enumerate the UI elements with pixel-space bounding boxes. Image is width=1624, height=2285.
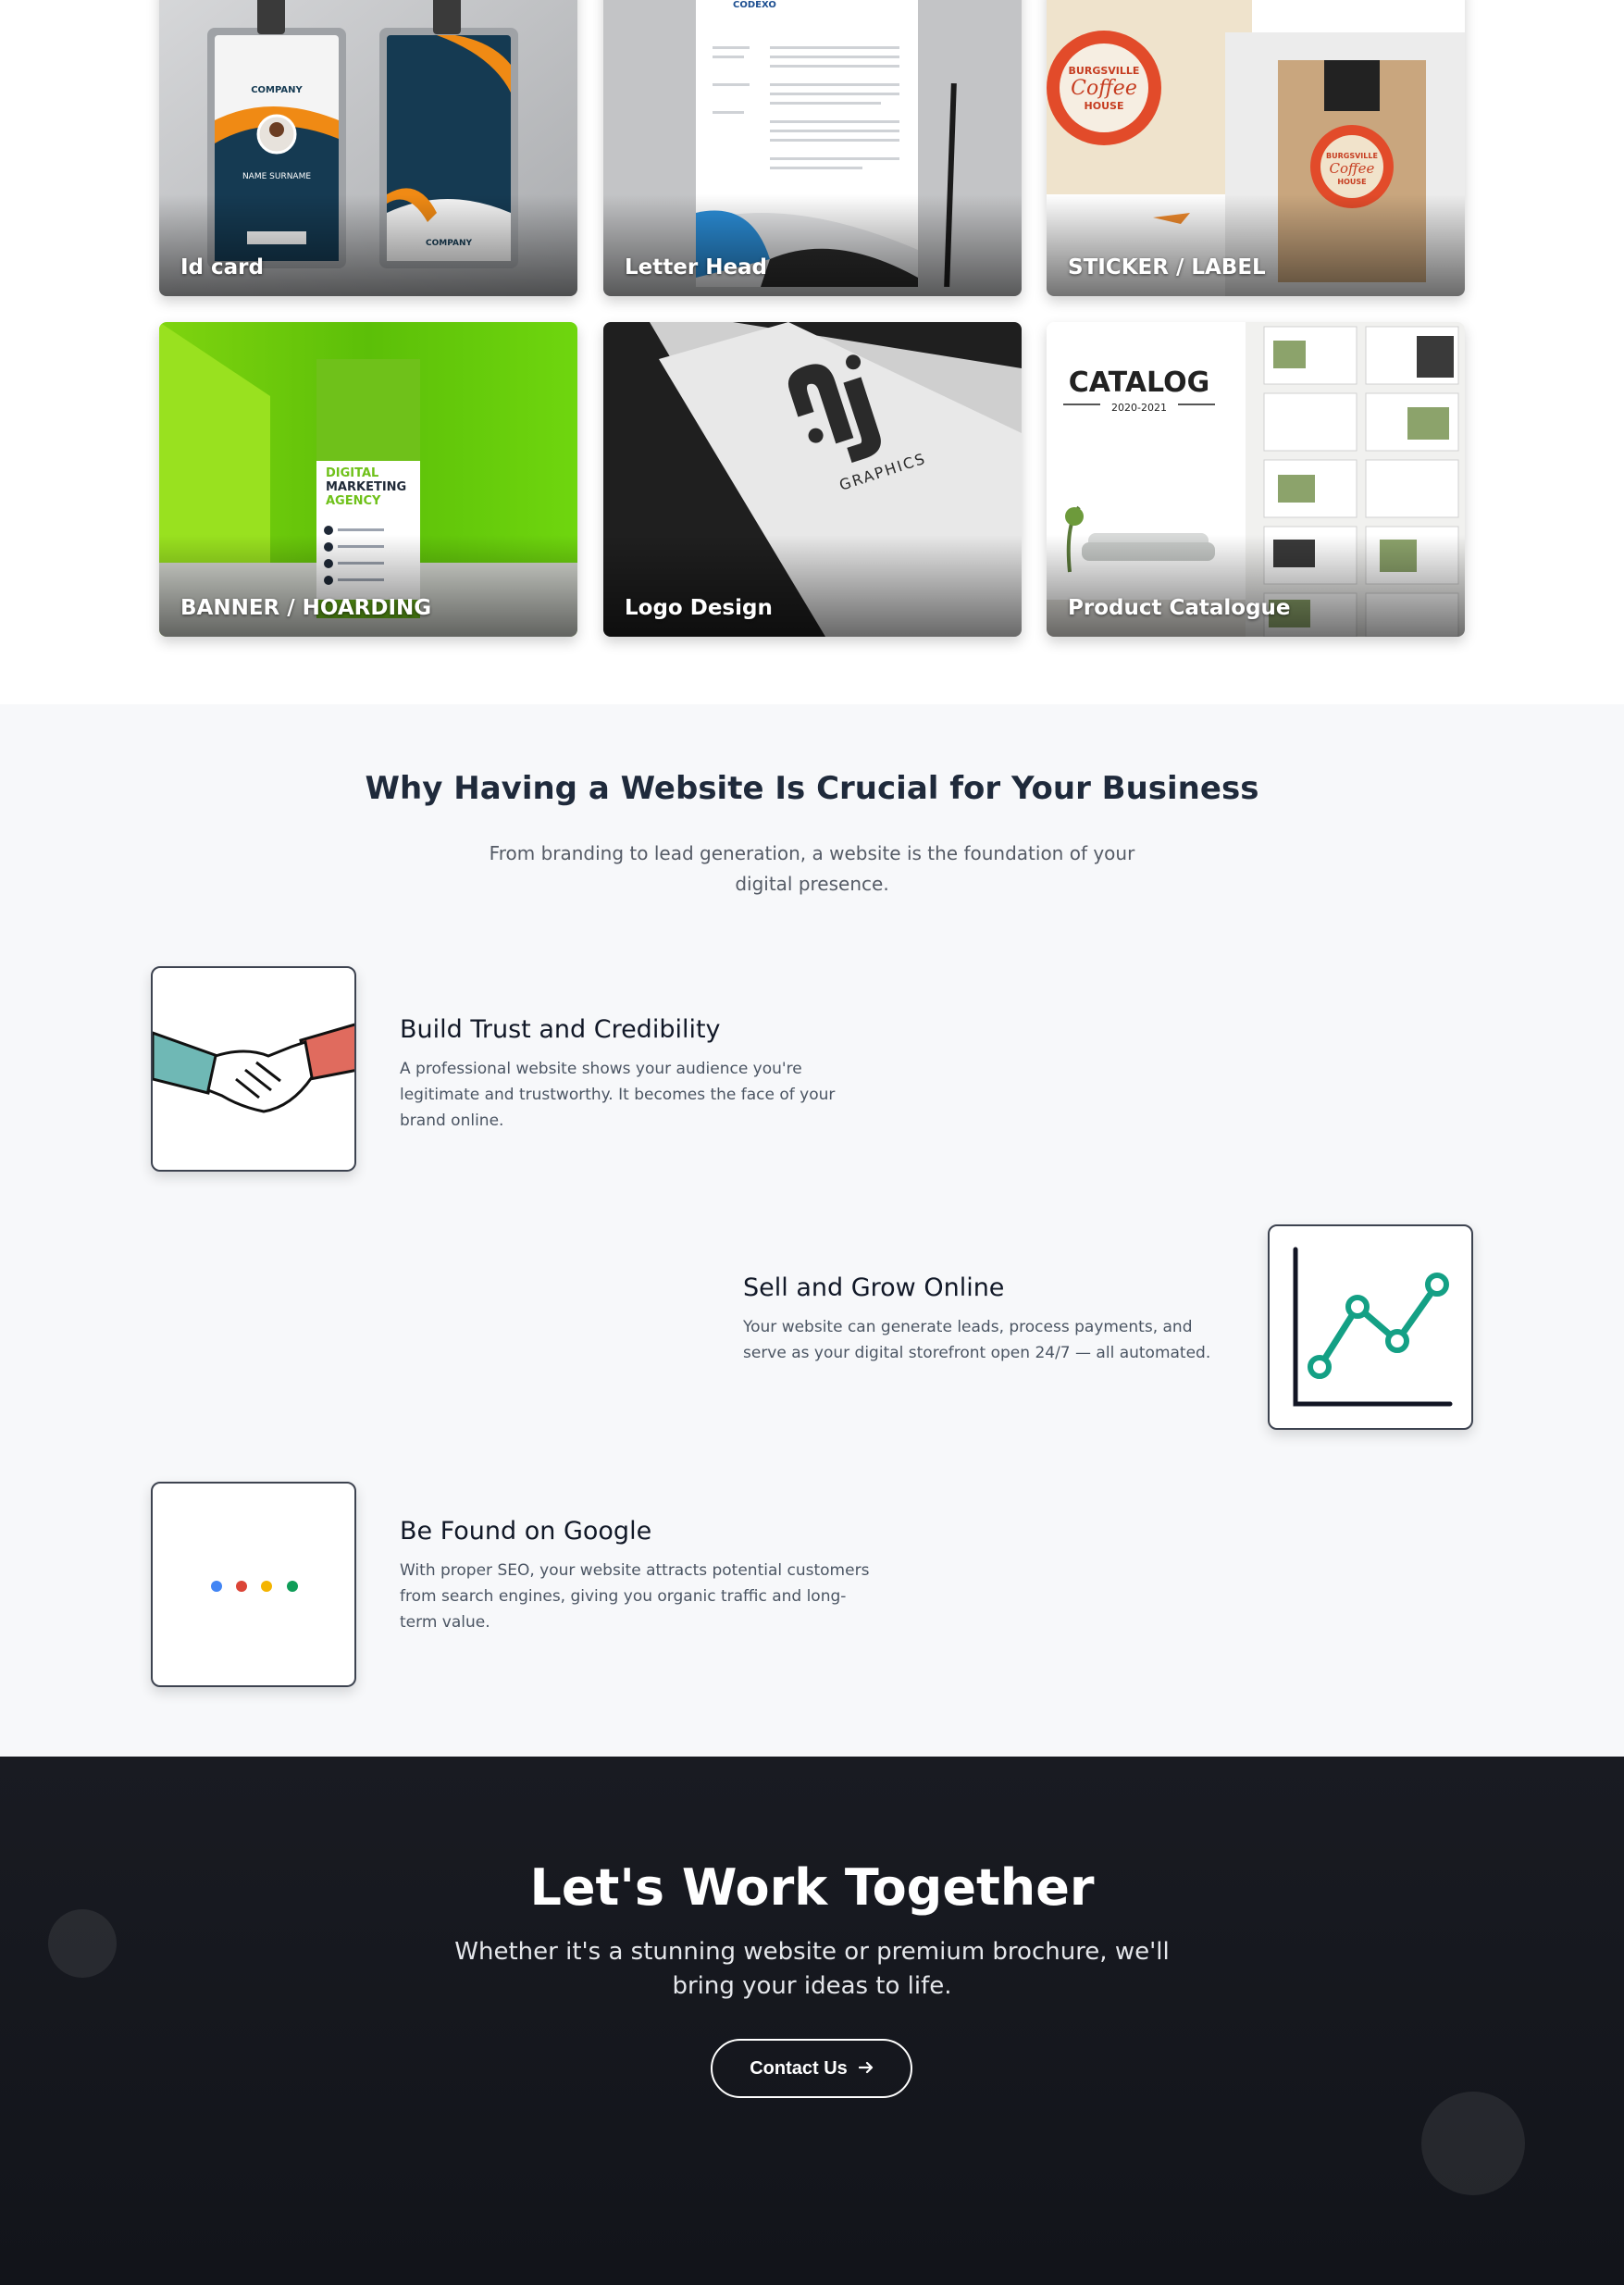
svg-text:Coffee: Coffee [1071, 77, 1137, 100]
tile-shade [159, 535, 577, 637]
portfolio-tile-logo-design[interactable]: GRAPHICS Logo Design [603, 322, 1022, 637]
tile-label: Id card [180, 255, 264, 279]
arrow-right-icon [858, 2058, 874, 2080]
feature-title: Be Found on Google [400, 1517, 652, 1546]
tile-label: STICKER / LABEL [1068, 255, 1266, 279]
portfolio-tile-letter-head[interactable]: CODEXO Letter Head [603, 0, 1022, 296]
portfolio-tile-product-catalogue[interactable]: CATALOG 2020-2021 Product Catalogue [1047, 322, 1465, 637]
tile-shade [1047, 194, 1465, 296]
portfolio-tile-sticker-label[interactable]: BURGSVILLE Coffee HOUSE BURGSVILLE Coffe… [1047, 0, 1465, 296]
feature-text: With proper SEO, your website attracts p… [400, 1561, 870, 1632]
section-subtitle: From branding to lead generation, a webs… [489, 842, 1135, 895]
section-title: Why Having a Website Is Crucial for Your… [365, 770, 1259, 807]
feature-title: Build Trust and Credibility [400, 1015, 721, 1044]
tile-label: BANNER / HOARDING [180, 596, 432, 620]
svg-text:BURGSVILLE: BURGSVILLE [1069, 65, 1140, 77]
svg-text:Coffee: Coffee [1330, 160, 1375, 177]
svg-text:CATALOG: CATALOG [1069, 366, 1209, 399]
tile-shade [603, 535, 1022, 637]
svg-text:AGENCY: AGENCY [326, 494, 381, 508]
google-dots-icon [151, 1482, 356, 1687]
decorative-circle [1421, 2092, 1525, 2195]
svg-text:HOUSE: HOUSE [1085, 100, 1124, 112]
svg-text:2020-2021: 2020-2021 [1111, 402, 1167, 414]
svg-text:MARKETING: MARKETING [326, 480, 406, 494]
portfolio-tile-id-card[interactable]: COMPANY NAME SURNAME COMPANY Id card [159, 0, 577, 296]
tile-shade [159, 194, 577, 296]
cta-section: Let's Work Together Whether it's a stunn… [0, 1757, 1624, 2285]
tile-shade [603, 194, 1022, 296]
cta-text: Whether it's a stunning website or premi… [454, 1938, 1170, 2000]
svg-text:HOUSE: HOUSE [1337, 178, 1366, 186]
tile-label: Letter Head [625, 255, 768, 279]
svg-text:COMPANY: COMPANY [251, 85, 303, 95]
cta-title: Let's Work Together [529, 1858, 1095, 1917]
portfolio-grid: COMPANY NAME SURNAME COMPANY Id card COD… [0, 0, 1624, 704]
svg-text:CODEXO: CODEXO [733, 0, 776, 10]
tile-label: Logo Design [625, 596, 773, 620]
handshake-icon [151, 966, 356, 1172]
feature-title: Sell and Grow Online [743, 1273, 1005, 1302]
portfolio-tile-banner-hoarding[interactable]: DIGITAL MARKETING AGENCY BANNER / HOARDI… [159, 322, 577, 637]
svg-text:BURGSVILLE: BURGSVILLE [1326, 152, 1378, 160]
why-website-section: Why Having a Website Is Crucial for Your… [0, 704, 1624, 1757]
growth-chart-icon [1268, 1224, 1473, 1430]
decorative-circle [48, 1909, 117, 1978]
contact-us-label: Contact Us [750, 2057, 848, 2079]
svg-text:NAME SURNAME: NAME SURNAME [242, 172, 311, 181]
tile-shade [1047, 535, 1465, 637]
svg-text:DIGITAL: DIGITAL [326, 466, 378, 480]
feature-text: A professional website shows your audien… [400, 1060, 836, 1130]
contact-us-button[interactable]: Contact Us [711, 2039, 912, 2098]
feature-text: Your website can generate leads, process… [743, 1318, 1211, 1362]
tile-label: Product Catalogue [1068, 596, 1291, 620]
